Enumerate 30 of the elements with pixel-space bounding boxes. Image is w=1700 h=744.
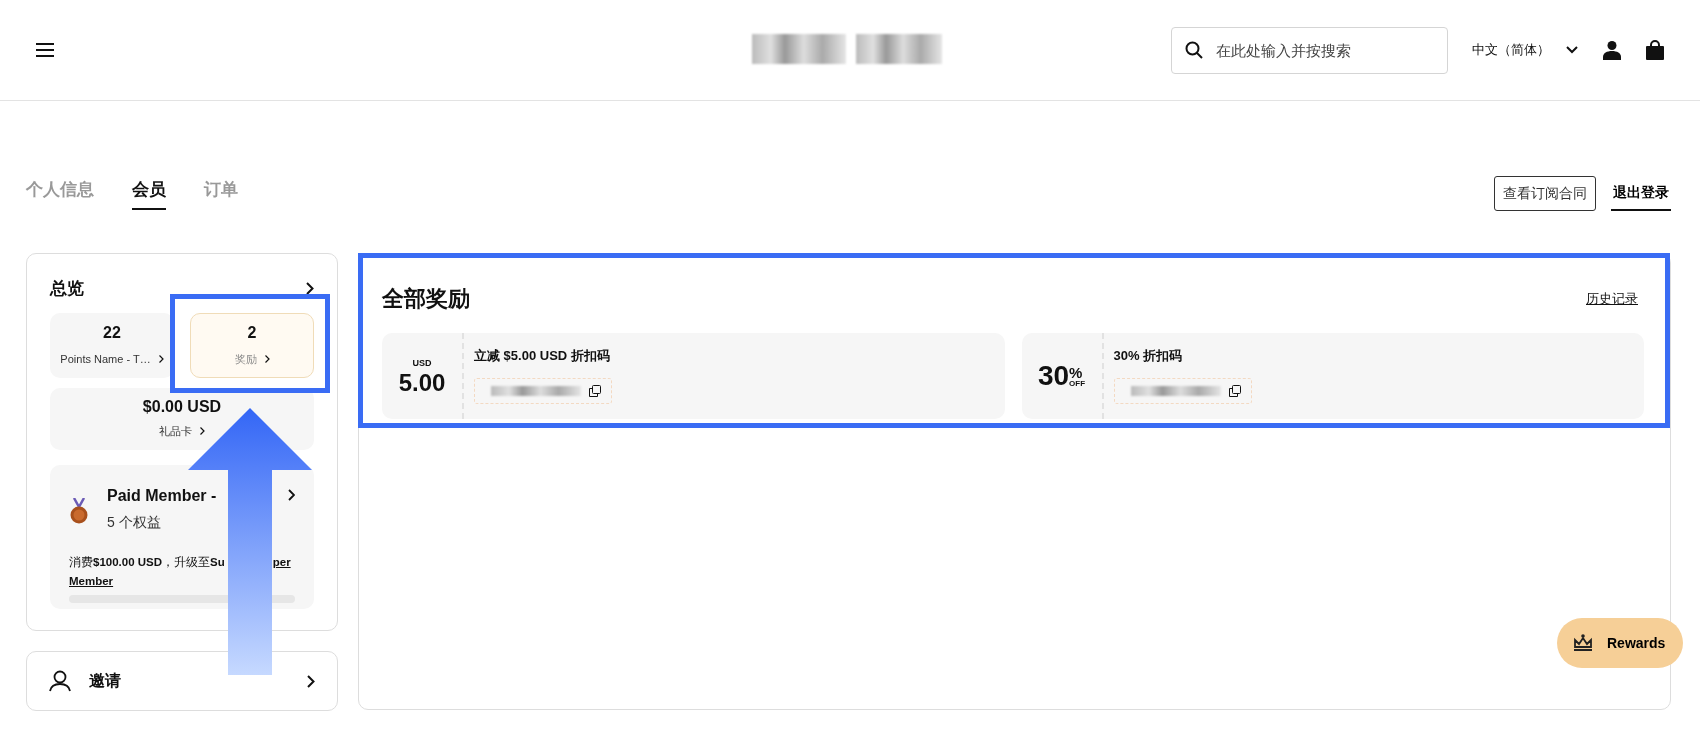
view-contract-button[interactable]: 查看订阅合同 bbox=[1494, 176, 1596, 211]
gift-card-balance: $0.00 USD bbox=[141, 396, 223, 417]
off-label: OFF bbox=[1069, 379, 1086, 388]
card-title: 总览 bbox=[50, 278, 84, 300]
stat-tile[interactable]: 2 奖励 bbox=[190, 312, 314, 378]
upgrade-text: 消费$100.00 USD，升级至Su bbox=[69, 554, 225, 570]
stat-label: Points Name - T… bbox=[60, 351, 151, 367]
language-selector[interactable]: 中文（简体） bbox=[1472, 40, 1550, 60]
gift-card-label: 礼品卡 bbox=[159, 423, 192, 439]
stat-value: 22 bbox=[102, 322, 122, 343]
coupon-amount: 30 bbox=[1037, 359, 1070, 393]
coupon-title: 立减 $5.00 USD 折扣码 bbox=[474, 347, 611, 365]
logout-link[interactable]: 退出登录 bbox=[1611, 176, 1671, 211]
search-field[interactable]: 在此处输入并按搜索 bbox=[1171, 26, 1448, 74]
currency-label: USD bbox=[412, 357, 432, 371]
coupon-title: 30% 折扣码 bbox=[1113, 347, 1184, 365]
benefits-count: 5 个权益 bbox=[107, 512, 162, 532]
history-link[interactable]: 历史记录 bbox=[1586, 288, 1638, 309]
panel-title: 全部奖励 bbox=[382, 285, 470, 313]
coupon-amount: 5.00 bbox=[398, 370, 446, 395]
stat-label: 奖励 bbox=[234, 351, 257, 367]
tab[interactable]: 会员 bbox=[132, 176, 166, 211]
invite-row[interactable]: 邀请 bbox=[26, 651, 338, 711]
invite-label: 邀请 bbox=[89, 671, 121, 691]
member-level-title: Paid Member - bbox=[107, 485, 217, 506]
percent-sign: % bbox=[1069, 364, 1084, 380]
upgrade-link[interactable]: Member bbox=[69, 574, 114, 587]
rewards-button[interactable]: Rewards bbox=[1557, 618, 1684, 668]
stat-value: 2 bbox=[246, 322, 258, 343]
upgrade-link[interactable]: per bbox=[272, 552, 291, 572]
